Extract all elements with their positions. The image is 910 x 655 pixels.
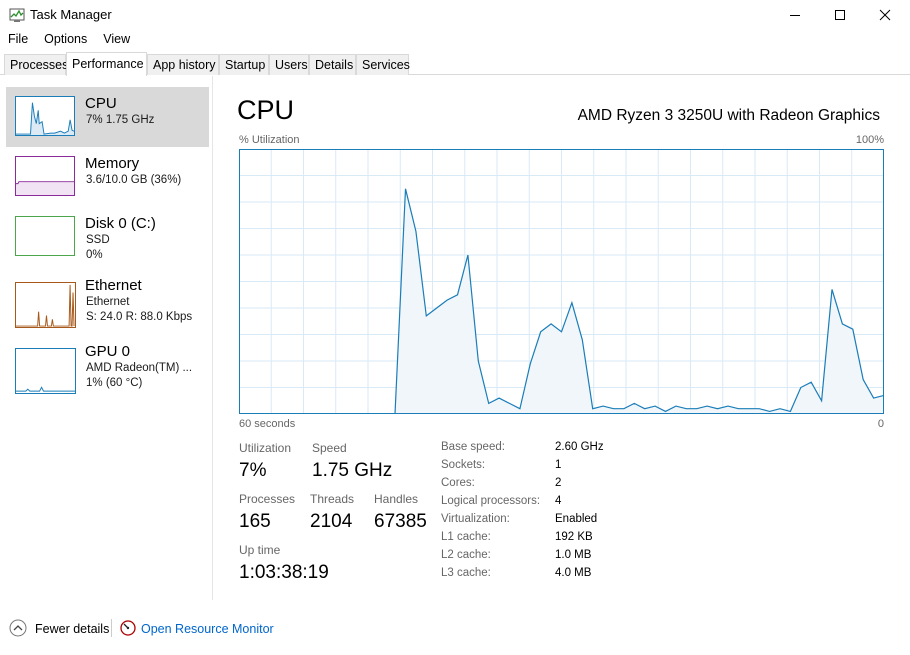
footer-bar: Fewer details Open Resource Monitor xyxy=(0,612,910,644)
l2-cache-label: L2 cache: xyxy=(441,549,491,561)
maximize-icon xyxy=(835,10,845,20)
fewer-details-button[interactable]: Fewer details xyxy=(35,622,109,636)
minimize-button[interactable] xyxy=(772,0,818,30)
speed-label: Speed xyxy=(312,441,347,455)
tab-performance[interactable]: Performance xyxy=(66,52,147,76)
virtualization-value: Enabled xyxy=(555,513,598,525)
sidebar-gpu-title: GPU 0 xyxy=(85,343,131,360)
sidebar-item-gpu[interactable]: GPU 0 AMD Radeon(TM) ... 1% (60 °C) xyxy=(6,339,209,405)
menu-view[interactable]: View xyxy=(95,30,138,50)
utilization-label: Utilization xyxy=(239,441,292,455)
maximize-button[interactable] xyxy=(817,0,863,30)
minimize-icon xyxy=(790,15,800,16)
uptime-value: 1:03:38:19 xyxy=(239,562,329,583)
tab-users[interactable]: Users xyxy=(269,54,309,75)
gpu-thumbnail-graph xyxy=(15,348,76,394)
l2-cache-value: 1.0 MB xyxy=(555,549,592,561)
memory-thumbnail-graph xyxy=(15,156,75,196)
sidebar-gpu-model: AMD Radeon(TM) ... xyxy=(86,362,193,374)
sidebar-disk-type: SSD xyxy=(86,234,110,246)
logical-processors-label: Logical processors: xyxy=(441,495,541,507)
footer-divider xyxy=(111,619,112,637)
cpu-model-name: AMD Ryzen 3 3250U with Radeon Graphics xyxy=(577,107,880,124)
utilization-max-label: 100% xyxy=(855,134,884,146)
page-title: CPU xyxy=(237,95,295,125)
threads-value: 2104 xyxy=(310,511,353,532)
speed-value: 1.75 GHz xyxy=(312,460,393,481)
sidebar-disk-title: Disk 0 (C:) xyxy=(85,215,156,232)
tab-services[interactable]: Services xyxy=(356,54,410,75)
title-bar: Task Manager xyxy=(0,0,910,30)
sidebar-memory-detail: 3.6/10.0 GB (36%) xyxy=(86,174,182,186)
l3-cache-value: 4.0 MB xyxy=(555,567,592,579)
l3-cache-label: L3 cache: xyxy=(441,567,491,579)
processes-value: 165 xyxy=(239,511,271,532)
cores-value: 2 xyxy=(555,477,562,489)
sidebar-disk-usage: 0% xyxy=(86,249,103,261)
menu-bar: File Options View xyxy=(0,30,910,50)
handles-value: 67385 xyxy=(374,511,427,532)
sockets-label: Sockets: xyxy=(441,459,486,471)
sidebar-cpu-detail: 7% 1.75 GHz xyxy=(86,114,155,126)
cpu-utilization-graph xyxy=(239,149,884,414)
sidebar-ethernet-throughput: S: 24.0 R: 88.0 Kbps xyxy=(86,311,193,323)
uptime-label: Up time xyxy=(239,543,281,557)
cpu-thumbnail-graph xyxy=(15,96,75,136)
sidebar-cpu-title: CPU xyxy=(85,95,117,112)
virtualization-label: Virtualization: xyxy=(441,513,510,525)
open-resource-monitor-link[interactable]: Open Resource Monitor xyxy=(141,622,274,636)
sidebar-item-memory[interactable]: Memory 3.6/10.0 GB (36%) xyxy=(6,147,209,207)
l1-cache-value: 192 KB xyxy=(555,531,593,543)
menu-file[interactable]: File xyxy=(0,30,36,50)
tab-app-history[interactable]: App history xyxy=(147,54,219,75)
close-button[interactable] xyxy=(862,0,908,30)
chevron-up-circle-icon[interactable] xyxy=(9,619,27,637)
resource-monitor-icon[interactable] xyxy=(120,620,136,636)
tab-processes[interactable]: Processes xyxy=(4,54,68,75)
threads-label: Threads xyxy=(310,492,355,506)
task-manager-icon xyxy=(9,8,25,22)
sidebar-item-ethernet[interactable]: Ethernet Ethernet S: 24.0 R: 88.0 Kbps xyxy=(6,273,209,339)
base-speed-value: 2.60 GHz xyxy=(555,441,604,453)
handles-label: Handles xyxy=(374,492,419,506)
utilization-value: 7% xyxy=(239,460,267,481)
task-manager-window: Task Manager File Options View Processes… xyxy=(0,0,910,655)
sidebar-ethernet-adapter: Ethernet xyxy=(86,296,130,308)
utilization-axis-label: % Utilization xyxy=(239,134,300,146)
sidebar-item-disk[interactable]: Disk 0 (C:) SSD 0% xyxy=(6,207,209,273)
base-speed-label: Base speed: xyxy=(441,441,505,453)
utilization-min-label: 0 xyxy=(877,418,884,430)
tab-startup[interactable]: Startup xyxy=(219,54,269,75)
ethernet-thumbnail-graph xyxy=(15,282,76,328)
sidebar-ethernet-title: Ethernet xyxy=(85,277,142,294)
sidebar-item-cpu[interactable]: CPU 7% 1.75 GHz xyxy=(6,87,209,147)
time-span-label: 60 seconds xyxy=(239,418,296,430)
menu-options[interactable]: Options xyxy=(36,30,95,50)
close-icon xyxy=(879,9,891,21)
resource-sidebar: CPU 7% 1.75 GHz Memory 3.6/10.0 GB (36%)… xyxy=(0,76,213,600)
processes-label: Processes xyxy=(239,492,296,506)
tab-details[interactable]: Details xyxy=(309,54,356,75)
sidebar-gpu-usage: 1% (60 °C) xyxy=(86,377,143,389)
sidebar-memory-title: Memory xyxy=(85,155,140,172)
tab-bar: Processes Performance App history Startu… xyxy=(0,52,910,76)
window-title: Task Manager xyxy=(30,7,112,22)
sockets-value: 1 xyxy=(555,459,562,471)
disk-thumbnail-graph xyxy=(15,216,75,256)
logical-processors-value: 4 xyxy=(555,495,562,507)
cores-label: Cores: xyxy=(441,477,475,489)
l1-cache-label: L1 cache: xyxy=(441,531,491,543)
